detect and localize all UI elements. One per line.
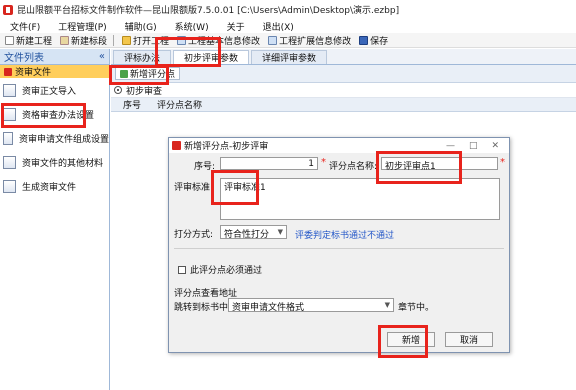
new-file-icon bbox=[5, 35, 14, 45]
minimize-icon[interactable]: — bbox=[446, 141, 455, 151]
highlight-box bbox=[109, 65, 169, 85]
preliminary-check-row[interactable]: 初步审查 bbox=[111, 83, 576, 98]
name-required-mark: * bbox=[500, 157, 505, 168]
materials-icon bbox=[3, 155, 16, 169]
menu-exit[interactable]: 退出(X) bbox=[263, 20, 294, 33]
close-icon[interactable]: ✕ bbox=[491, 141, 499, 151]
tab-detailed-review[interactable]: 详细评审参数 bbox=[251, 50, 328, 64]
standard-textarea[interactable]: 评审标准1 bbox=[220, 178, 500, 220]
sidebar-item-generate[interactable]: 生成资审文件 bbox=[0, 174, 109, 198]
file-list-title: 文件列表 bbox=[4, 53, 44, 64]
sidebar-item-import-body[interactable]: 资审正文导入 bbox=[0, 78, 109, 102]
file-list-header: 文件列表 « bbox=[0, 49, 109, 65]
new-segment-button[interactable]: 新建标段 bbox=[60, 34, 107, 47]
must-pass-checkbox[interactable] bbox=[178, 265, 186, 274]
col-point-name: 评分点名称 bbox=[157, 101, 203, 111]
edit-ext-icon bbox=[268, 35, 278, 45]
save-button[interactable]: 保存 bbox=[359, 34, 388, 47]
seq-required-mark: * bbox=[321, 157, 326, 168]
jump-label: 跳转到标书中 bbox=[174, 303, 229, 313]
toolbar-separator bbox=[113, 34, 115, 46]
chapter-suffix: 章节中。 bbox=[398, 303, 435, 313]
chevron-down-icon: ▼ bbox=[277, 228, 283, 236]
maximize-icon[interactable]: □ bbox=[469, 141, 478, 151]
collapse-icon[interactable]: « bbox=[99, 51, 105, 62]
folder-open-icon bbox=[122, 35, 132, 45]
generate-icon bbox=[3, 179, 16, 193]
col-seq: 序号 bbox=[123, 101, 142, 111]
save-icon bbox=[359, 35, 369, 45]
menu-bar: 文件(F) 工程管理(P) 辅助(G) 系统(W) 关于 退出(X) bbox=[0, 19, 576, 33]
composition-icon bbox=[3, 131, 13, 145]
window-title: 昆山限额平台招标文件制作软件—昆山限额版7.5.0.01 [C:\Users\A… bbox=[17, 6, 400, 16]
dialog-app-icon bbox=[172, 141, 181, 150]
jump-select[interactable]: 资审申请文件格式 ▼ bbox=[228, 298, 394, 313]
action-bar: 新增评分点 bbox=[111, 65, 576, 83]
standard-label: 评审标准: bbox=[174, 183, 214, 193]
menu-assist[interactable]: 辅助(G) bbox=[125, 20, 157, 33]
new-segment-icon bbox=[60, 35, 70, 45]
seq-field[interactable]: 1 bbox=[220, 157, 318, 170]
menu-file[interactable]: 文件(F) bbox=[10, 20, 40, 33]
sidebar-item-application-composition[interactable]: 资审申请文件组成设置 bbox=[0, 126, 109, 150]
import-icon bbox=[3, 83, 16, 97]
title-bar: 昆山限额平台招标文件制作软件—昆山限额版7.5.0.01 [C:\Users\A… bbox=[0, 0, 576, 19]
sidebar-item-other-materials[interactable]: 资审文件的其他材料 bbox=[0, 150, 109, 174]
cancel-button[interactable]: 取消 bbox=[445, 332, 493, 347]
ext-info-button[interactable]: 工程扩展信息修改 bbox=[268, 34, 351, 47]
highlight-box bbox=[376, 151, 462, 184]
highlight-box bbox=[378, 325, 428, 358]
chevron-down-icon: ▼ bbox=[384, 301, 390, 309]
document-icon bbox=[4, 67, 12, 76]
highlight-box bbox=[1, 103, 86, 128]
must-pass-row[interactable]: 此评分点必须通过 bbox=[178, 263, 262, 276]
method-select[interactable]: 符合性打分 ▼ bbox=[220, 225, 287, 240]
preliminary-check-label: 初步审查 bbox=[126, 86, 163, 97]
menu-about[interactable]: 关于 bbox=[227, 20, 245, 33]
file-list-panel: 文件列表 « 资审文件 资审正文导入 资格审查办法设置 资审申请文件组成设置 资… bbox=[0, 49, 110, 390]
highlight-box bbox=[155, 37, 221, 67]
divider bbox=[174, 248, 504, 249]
method-label: 打分方式: bbox=[174, 230, 214, 240]
grid-header: 序号 评分点名称 bbox=[111, 98, 576, 112]
name-label: 评分点名称: bbox=[329, 162, 378, 172]
toolbar: 新建工程 新建标段 打开工程 工程基本信息修改 工程扩展信息修改 保存 bbox=[0, 33, 576, 48]
sidebar-item-qualification-file[interactable]: 资审文件 bbox=[0, 65, 109, 78]
highlight-box bbox=[211, 170, 259, 205]
app-icon bbox=[3, 4, 13, 15]
new-project-button[interactable]: 新建工程 bbox=[5, 34, 52, 47]
must-pass-label: 此评分点必须通过 bbox=[190, 266, 263, 276]
menu-system[interactable]: 系统(W) bbox=[175, 20, 209, 33]
menu-project[interactable]: 工程管理(P) bbox=[58, 20, 106, 33]
radio-selected-icon[interactable] bbox=[114, 86, 122, 94]
method-hint: 评委判定标书通过不通过 bbox=[295, 231, 395, 241]
dialog-title: 新增评分点-初步评审 bbox=[184, 142, 269, 152]
